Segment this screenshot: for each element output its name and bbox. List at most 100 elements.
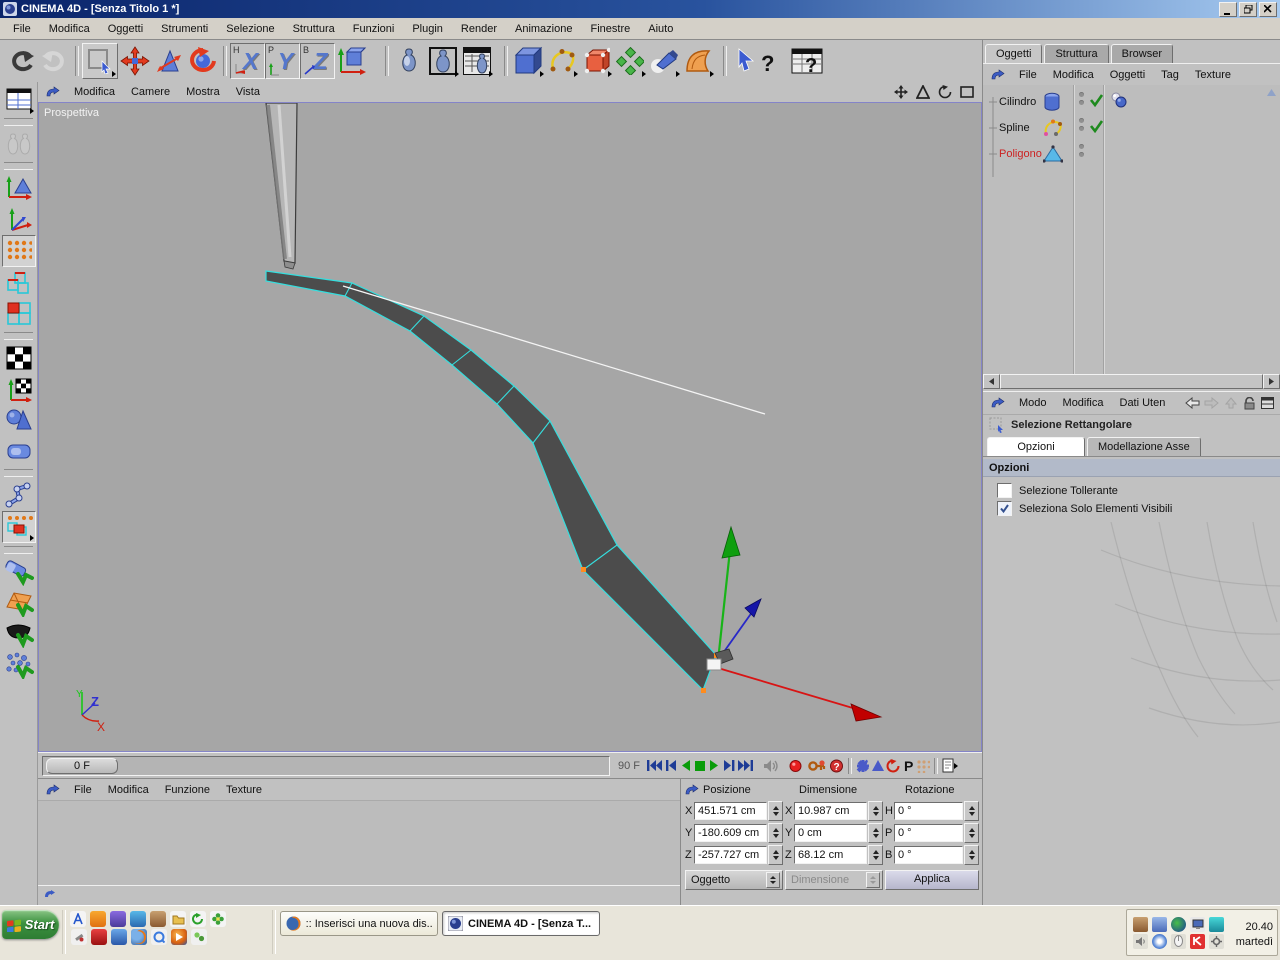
task-button-cinema4d[interactable]: CINEMA 4D - [Senza T... (442, 911, 600, 936)
size-z-input[interactable]: 68.12 cm (794, 846, 867, 864)
snap-toggle-icon[interactable] (3, 557, 35, 587)
tray-disc-icon[interactable] (1152, 933, 1167, 949)
ql-folder-icon[interactable] (170, 911, 186, 927)
particles-toggle-icon[interactable] (3, 650, 35, 680)
make-editable-icon[interactable] (3, 129, 35, 159)
object-row-spline[interactable]: Spline (983, 115, 1280, 141)
record-scale-toggle[interactable] (871, 759, 885, 773)
menu-plugin[interactable]: Plugin (403, 21, 452, 37)
model-mode-icon[interactable] (3, 173, 35, 203)
materials-menu-funzione[interactable]: Funzione (157, 783, 218, 797)
spline-object-icon[interactable] (1043, 118, 1063, 138)
tolerant-selection-checkbox[interactable] (997, 483, 1012, 498)
close-button[interactable] (1259, 1, 1277, 17)
render-safe-toggle-icon[interactable] (3, 619, 35, 649)
viewport-menu-vista[interactable]: Vista (228, 85, 268, 99)
next-frame-button[interactable] (722, 759, 736, 772)
polygons-mode-icon[interactable] (3, 299, 35, 329)
tab-browser[interactable]: Browser (1110, 44, 1173, 64)
goto-start-button[interactable] (646, 759, 663, 772)
position-z-input[interactable]: -257.727 cm (694, 846, 767, 864)
menu-animazione[interactable]: Animazione (506, 21, 581, 37)
om-menu-texture[interactable]: Texture (1187, 68, 1239, 82)
visibility-dots[interactable] (1079, 92, 1084, 105)
menu-file[interactable]: File (4, 21, 40, 37)
record-pla-toggle[interactable] (916, 759, 931, 773)
size-x-input[interactable]: 10.987 cm (794, 802, 867, 820)
materials-menu-texture[interactable]: Texture (218, 783, 270, 797)
tree-scroll-up-icon[interactable] (1266, 87, 1277, 98)
keyframe-key-button[interactable] (808, 759, 826, 773)
position-y-stepper[interactable] (768, 823, 783, 843)
lock-z-axis-button[interactable]: B Z (300, 43, 335, 79)
rotation-h-stepper[interactable] (964, 801, 979, 821)
scroll-left-button[interactable] (983, 374, 1000, 389)
texture-mode-icon[interactable] (3, 343, 35, 373)
size-mode-dropdown[interactable]: Dimensione (785, 870, 883, 890)
texture-axis-mode-icon[interactable] (3, 374, 35, 404)
viewport-menu-camere[interactable]: Camere (123, 85, 178, 99)
ql-blue-e-icon[interactable] (111, 929, 127, 945)
polygon-object-icon[interactable] (1043, 145, 1063, 163)
viewport-menu-mostra[interactable]: Mostra (178, 85, 228, 99)
tab-opzioni[interactable]: Opzioni (987, 437, 1085, 457)
viewport-menu-modifica[interactable]: Modifica (66, 85, 123, 99)
menu-render[interactable]: Render (452, 21, 506, 37)
add-light-button[interactable] (647, 44, 681, 78)
tray-antivirus-icon[interactable] (1190, 933, 1205, 949)
coordinate-system-button[interactable] (335, 44, 369, 78)
record-parameter-toggle[interactable]: P (902, 758, 915, 774)
ql-firefox-icon[interactable] (131, 929, 147, 945)
tray-donkey-icon[interactable] (1133, 916, 1148, 932)
selection-tool-button[interactable] (82, 43, 118, 79)
add-deformer-button[interactable] (681, 44, 715, 78)
object-axis-mode-icon[interactable] (3, 204, 35, 234)
add-cube-object-button[interactable] (511, 44, 545, 78)
visibility-dots[interactable] (1079, 144, 1084, 157)
viewport-canvas[interactable]: Y Z X Prospettiva (38, 102, 982, 752)
size-y-stepper[interactable] (868, 823, 883, 843)
ql-quicktime-icon[interactable] (151, 929, 167, 945)
view-rotate-icon[interactable] (938, 85, 952, 99)
materials-menu-modifica[interactable]: Modifica (100, 783, 157, 797)
ql-green-recycle-icon[interactable] (190, 911, 206, 927)
coordinate-system-dropdown[interactable]: Oggetto (685, 870, 783, 890)
visible-elements-checkbox[interactable] (997, 501, 1012, 516)
tray-clock[interactable]: 20.40 (1226, 920, 1273, 935)
lock-y-axis-button[interactable]: P Y (265, 43, 300, 79)
om-menu-oggetti[interactable]: Oggetti (1102, 68, 1153, 82)
play-backward-button[interactable] (679, 759, 692, 772)
ql-red-m-icon[interactable] (91, 929, 107, 945)
tray-mouse-icon[interactable] (1171, 933, 1186, 949)
object-name-selected[interactable]: Poligono (999, 148, 1043, 160)
panel-icon[interactable] (46, 86, 60, 98)
rotation-b-stepper[interactable] (964, 845, 979, 865)
ql-satellite-icon[interactable] (71, 929, 87, 945)
ql-blue-a-icon[interactable] (70, 911, 86, 927)
browser-help-button[interactable]: ? (788, 44, 828, 78)
rotation-h-input[interactable]: 0 ° (894, 802, 963, 820)
panel-icon[interactable] (44, 889, 56, 899)
task-button-firefox[interactable]: :: Inserisci una nuova dis... (280, 911, 438, 936)
position-z-stepper[interactable] (768, 845, 783, 865)
visibility-dots[interactable] (1079, 118, 1084, 131)
goto-end-button[interactable] (737, 759, 754, 772)
timeline-track[interactable]: 0 F (42, 755, 610, 776)
points-mode-icon[interactable] (1, 235, 36, 267)
render-active-view-button[interactable] (426, 44, 460, 78)
start-button[interactable]: Start (2, 910, 59, 939)
menu-modifica[interactable]: Modifica (40, 21, 99, 37)
history-back-icon[interactable] (1185, 397, 1200, 409)
panel-icon[interactable] (685, 784, 699, 796)
size-z-stepper[interactable] (868, 845, 883, 865)
record-position-toggle[interactable] (856, 759, 870, 773)
panel-icon[interactable] (46, 783, 60, 796)
ql-green-paws-icon[interactable] (191, 929, 207, 945)
render-settings-button[interactable] (460, 44, 494, 78)
scale-tool-button[interactable] (152, 44, 186, 78)
phong-tag-icon[interactable] (1109, 91, 1129, 109)
view-pan-icon[interactable] (894, 85, 908, 99)
ql-media-player-icon[interactable] (171, 929, 187, 945)
options-section-header[interactable]: Opzioni (983, 459, 1280, 477)
sound-toggle-button[interactable] (763, 759, 781, 773)
